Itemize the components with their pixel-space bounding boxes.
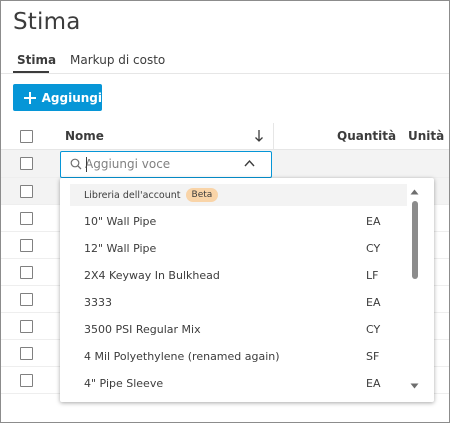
row-checkbox[interactable] <box>20 239 33 252</box>
library-item-name: 4 Mil Polyethylene (renamed again) <box>84 350 280 363</box>
library-item-unit: EA <box>366 377 381 390</box>
library-item[interactable]: 3500 PSI Regular Mix CY <box>60 316 410 343</box>
row-checkbox[interactable] <box>20 266 33 279</box>
library-item-name: 2X4 Keyway In Bulkhead <box>84 269 220 282</box>
library-item-unit: LF <box>366 269 379 282</box>
library-group-header: Libreria dell'account Beta <box>70 184 407 206</box>
tab-stima[interactable]: Stima <box>17 53 56 67</box>
library-item-unit: SF <box>366 350 380 363</box>
library-item[interactable]: 2X4 Keyway In Bulkhead LF <box>60 262 410 289</box>
tab-markup-di-costo[interactable]: Markup di costo <box>70 53 165 67</box>
row-checkbox[interactable] <box>20 185 33 198</box>
column-header-unit[interactable]: Unità <box>408 129 444 143</box>
scroll-down-icon[interactable] <box>410 383 419 389</box>
library-item-name: 3500 PSI Regular Mix <box>84 323 201 336</box>
select-all-checkbox[interactable] <box>20 130 33 143</box>
add-button-label: Aggiungi <box>41 90 102 105</box>
library-item-name: 4" Pipe Sleeve <box>84 377 164 390</box>
library-item[interactable]: 12" Wall Pipe CY <box>60 235 410 262</box>
search-input[interactable] <box>85 155 235 173</box>
library-item-name: 3333 <box>84 296 112 309</box>
estimate-panel: Stima Stima Markup di costo Aggiungi Nom… <box>0 0 450 423</box>
add-item-search[interactable] <box>60 151 272 178</box>
library-item[interactable]: 3333 EA <box>60 289 410 316</box>
item-library-dropdown: Libreria dell'account Beta 10" Wall Pipe… <box>60 178 434 402</box>
row-checkbox[interactable] <box>20 212 33 225</box>
column-header-quantity[interactable]: Quantità <box>337 129 396 143</box>
library-item-name: 12" Wall Pipe <box>84 242 157 255</box>
text-cursor <box>86 157 87 172</box>
page-title: Stima <box>13 9 81 35</box>
row-checkbox[interactable] <box>20 293 33 306</box>
library-item-unit: EA <box>366 215 381 228</box>
library-item-unit: EA <box>366 296 381 309</box>
arrow-down-icon[interactable] <box>254 129 264 143</box>
search-icon <box>70 158 82 170</box>
add-button[interactable]: Aggiungi <box>13 84 102 111</box>
row-checkbox[interactable] <box>20 347 33 360</box>
plus-icon <box>24 91 36 104</box>
library-group-label: Libreria dell'account <box>84 189 181 201</box>
scrollbar-thumb[interactable] <box>412 201 418 279</box>
library-item-name: 10" Wall Pipe <box>84 215 157 228</box>
library-item[interactable]: 4" Pipe Sleeve EA <box>60 370 410 397</box>
row-checkbox[interactable] <box>20 157 33 170</box>
row-checkbox[interactable] <box>20 374 33 387</box>
chevron-up-icon[interactable] <box>244 159 255 168</box>
tab-bar: Stima Markup di costo <box>1 49 449 74</box>
library-item-unit: CY <box>366 242 381 255</box>
active-tab-indicator <box>13 71 49 73</box>
library-item-unit: CY <box>366 323 381 336</box>
column-divider <box>273 123 274 149</box>
beta-badge: Beta <box>185 188 219 202</box>
column-header-name[interactable]: Nome <box>65 129 104 143</box>
row-checkbox[interactable] <box>20 320 33 333</box>
library-item[interactable]: 10" Wall Pipe EA <box>60 208 410 235</box>
table-header: Nome Quantità Unità <box>1 123 449 150</box>
scroll-up-icon[interactable] <box>410 189 419 195</box>
library-item[interactable]: 4 Mil Polyethylene (renamed again) SF <box>60 343 410 370</box>
